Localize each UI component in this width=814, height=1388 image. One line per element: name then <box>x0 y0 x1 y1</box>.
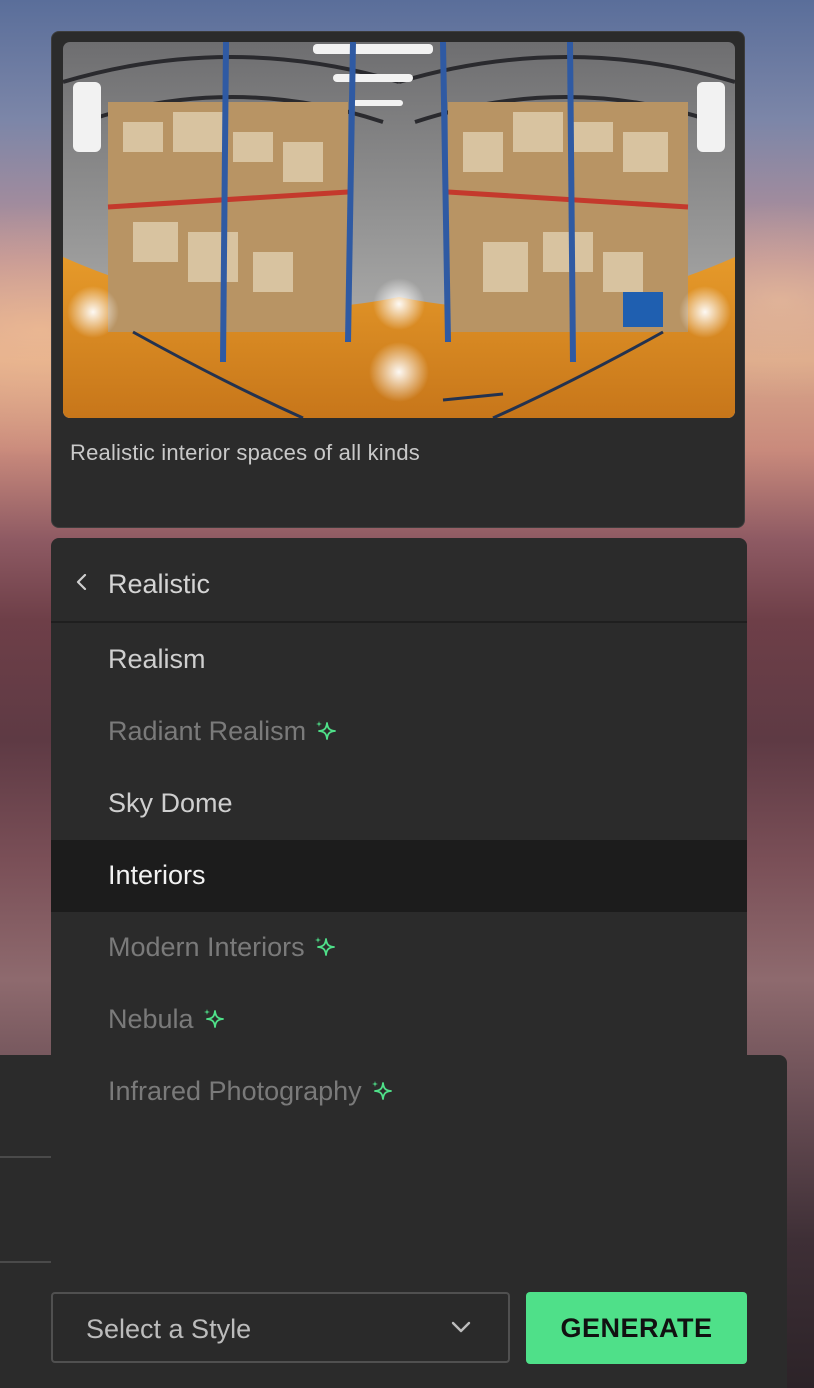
style-item-nebula[interactable]: Nebula <box>51 984 747 1056</box>
style-preview-image <box>63 42 735 418</box>
sparkle-icon <box>316 720 336 740</box>
style-item-content: Radiant Realism <box>108 716 340 747</box>
sparkle-icon <box>203 1008 224 1028</box>
style-item-radiant-realism[interactable]: Radiant Realism <box>51 696 747 768</box>
style-item-label: Interiors <box>108 860 206 890</box>
style-item-content: Modern Interiors <box>108 932 339 963</box>
style-select-dropdown[interactable]: Select a Style <box>51 1292 510 1363</box>
menu-category-title: Realistic <box>108 569 211 599</box>
style-item-infrared-photography[interactable]: Infrared Photography <box>51 1056 747 1128</box>
style-description: Realistic interior spaces of all kinds <box>70 440 420 465</box>
style-preview-card: Realistic interior spaces of all kinds <box>51 31 745 528</box>
divider <box>0 1156 51 1158</box>
style-item-realism[interactable]: Realism <box>51 624 747 696</box>
style-select-placeholder: Select a Style <box>86 1314 252 1344</box>
style-item-content: Nebula <box>108 1004 228 1035</box>
divider <box>0 1261 51 1263</box>
chevron-left-icon <box>76 574 87 590</box>
style-item-label: Modern Interiors <box>108 932 305 962</box>
style-item-content: Realism <box>108 644 206 675</box>
back-to-categories-button[interactable]: Realistic <box>51 538 747 623</box>
style-item-content: Infrared Photography <box>108 1076 396 1107</box>
style-item-interiors[interactable]: Interiors <box>51 840 747 912</box>
style-item-label: Nebula <box>108 1004 194 1034</box>
sparkle-icon <box>371 1080 392 1100</box>
style-item-label: Radiant Realism <box>108 716 307 746</box>
style-item-modern-interiors[interactable]: Modern Interiors <box>51 912 747 984</box>
generate-button[interactable]: GENERATE <box>526 1292 747 1364</box>
sparkle-icon <box>314 936 335 956</box>
style-item-label: Sky Dome <box>108 788 233 818</box>
style-list: Realism Radiant Realism Sky Dome Interiors M… <box>51 624 747 1128</box>
style-item-label: Realism <box>108 644 206 674</box>
style-item-sky-dome[interactable]: Sky Dome <box>51 768 747 840</box>
chevron-down-icon <box>451 1321 471 1333</box>
style-item-content: Sky Dome <box>108 788 233 819</box>
style-menu: Realistic Realism Radiant Realism Sky Dome… <box>51 538 747 1290</box>
style-item-content: Interiors <box>108 860 206 891</box>
style-item-label: Infrared Photography <box>108 1076 362 1106</box>
